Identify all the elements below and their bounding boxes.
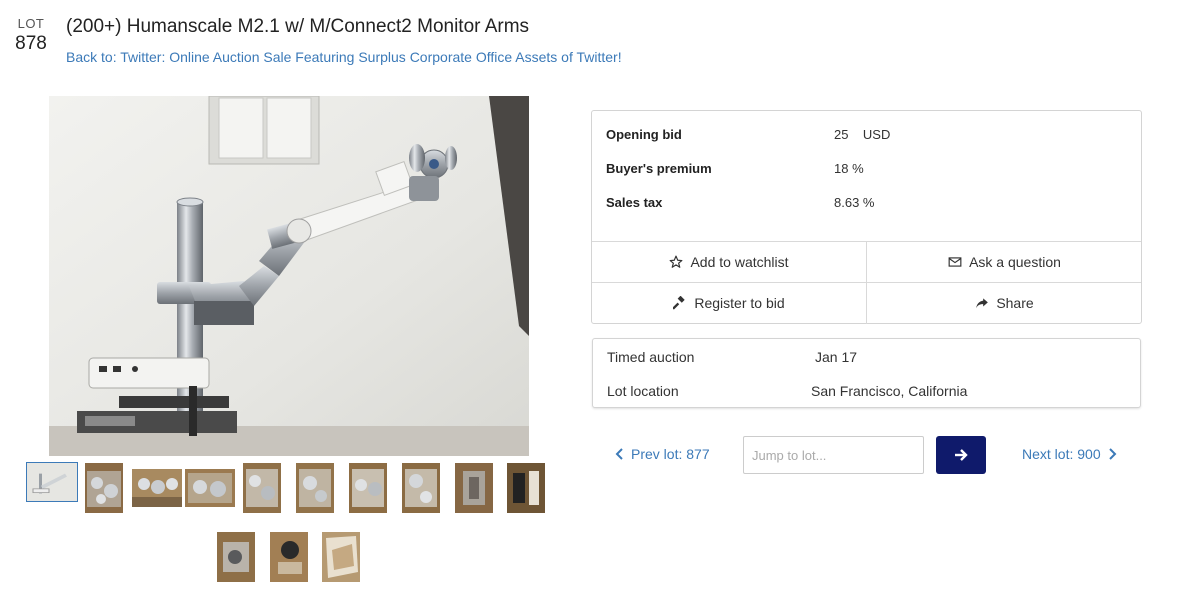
buyers-premium-label: Buyer's premium [606,161,712,176]
thumbnail-2[interactable] [85,463,123,513]
thumbnail-11[interactable] [217,532,255,582]
arrow-right-icon [955,449,968,461]
ask-question-button[interactable]: Ask a question [867,242,1142,282]
chevron-left-icon [615,448,623,460]
thumbnail-8[interactable] [402,463,440,513]
chevron-right-icon [1108,448,1117,460]
thumbnail-3[interactable] [132,469,182,507]
share-label: Share [996,295,1034,311]
lot-badge: LOT 878 [12,16,50,56]
thumbnail-4[interactable] [185,469,235,507]
thumbnail-6[interactable] [296,463,334,513]
main-lot-image[interactable] [49,96,529,456]
opening-bid-label: Opening bid [606,127,682,142]
lot-location-value: San Francisco, California [811,383,968,399]
jump-to-lot-input[interactable] [743,436,924,474]
thumbnail-13[interactable] [322,532,360,582]
thumbnail-9[interactable] [455,463,493,513]
back-to-auction-link[interactable]: Back to: Twitter: Online Auction Sale Fe… [66,49,622,65]
opening-bid-currency: USD [862,127,891,142]
envelope-icon [948,257,962,267]
thumbnail-10[interactable] [507,463,545,513]
lot-title: (200+) Humanscale M2.1 w/ M/Connect2 Mon… [66,16,530,37]
star-icon [670,255,683,268]
ask-question-label: Ask a question [969,254,1061,270]
prev-lot-link[interactable]: Prev lot: 877 [615,446,710,462]
sales-tax-label: Sales tax [606,195,663,210]
auction-date: Jan 17 [815,349,858,365]
share-button[interactable]: Share [867,283,1142,323]
buyers-premium-value: 18 % [834,161,864,176]
next-lot-link[interactable]: Next lot: 900 [1022,446,1117,462]
add-to-watchlist-label: Add to watchlist [690,254,789,270]
prev-lot-label: Prev lot: 877 [631,446,710,462]
add-to-watchlist-button[interactable]: Add to watchlist [592,242,866,282]
bid-info-card: Opening bid 25 USD Buyer's premium 18 % … [591,110,1142,324]
register-to-bid-button[interactable]: Register to bid [592,283,866,323]
lot-number: 878 [15,33,47,54]
lot-label: LOT [17,16,45,31]
next-lot-label: Next lot: 900 [1022,446,1101,462]
thumbnail-7[interactable] [349,463,387,513]
opening-bid-value: 25 USD [834,127,890,142]
thumbnail-1[interactable] [26,462,78,502]
opening-bid-amount: 25 [834,127,849,142]
register-to-bid-label: Register to bid [694,295,785,311]
go-to-lot-button[interactable] [936,436,986,474]
thumbnail-5[interactable] [243,463,281,513]
thumbnail-12[interactable] [270,532,308,582]
timed-auction-label: Timed auction [607,349,695,365]
lot-location-label: Lot location [607,383,679,399]
share-arrow-icon [976,298,989,309]
gavel-icon [673,296,686,310]
sales-tax-value: 8.63 % [834,195,875,210]
auction-info-card: Timed auction Jan 17 Lot location San Fr… [592,338,1141,408]
